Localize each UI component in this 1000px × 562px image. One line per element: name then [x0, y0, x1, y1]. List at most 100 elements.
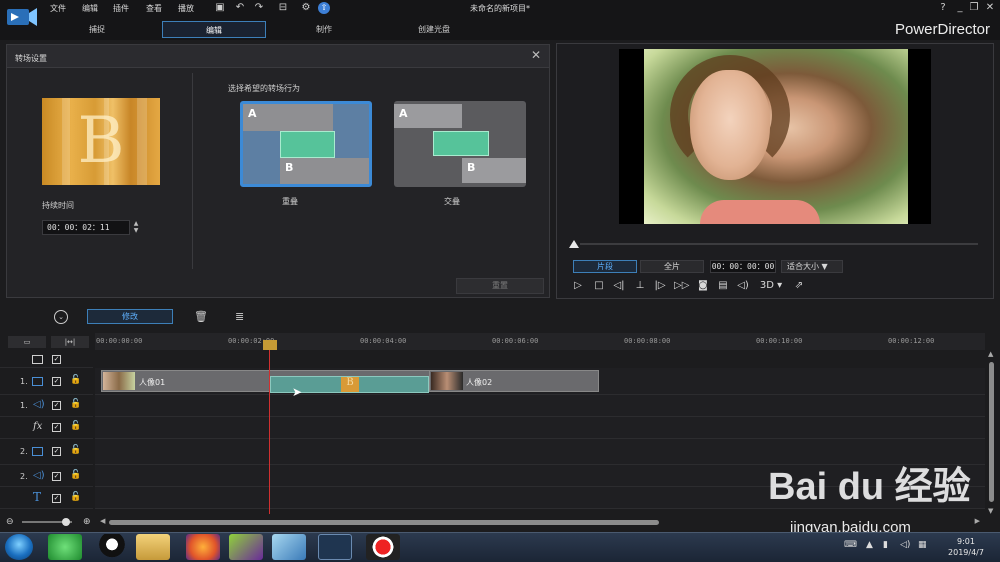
snapshot-icon[interactable]: ◙ [696, 279, 710, 293]
option-cross[interactable]: A B [394, 101, 526, 187]
zoom-out-icon[interactable]: ⊖ [6, 517, 14, 527]
lock-icon[interactable]: 🔓 [70, 445, 81, 455]
movie-mode-button[interactable]: 全片 [640, 260, 704, 273]
reset-button[interactable]: 重置 [456, 278, 544, 294]
powerdirector-taskbar-icon[interactable] [318, 534, 352, 560]
track-checkbox[interactable]: ✓ [52, 423, 61, 432]
qq-icon[interactable] [95, 534, 129, 560]
upgrade-icon[interactable]: ⇧ [318, 2, 330, 14]
track-header-audio-2: 2. ◁) ✓ 🔓 [0, 465, 93, 487]
lock-icon[interactable]: 🔓 [70, 399, 81, 409]
help-icon[interactable]: ? [936, 2, 950, 13]
lock-icon[interactable]: 🔓 [70, 492, 81, 502]
3d-mode-button[interactable]: 3D ▾ [758, 279, 784, 293]
stop-icon[interactable]: □ [592, 279, 606, 293]
360-browser-icon[interactable] [48, 534, 82, 560]
3d-label: 3D [759, 280, 774, 291]
zoom-slider-knob[interactable] [62, 518, 70, 526]
tab-create-disc[interactable]: 创建光盘 [382, 21, 486, 38]
save-icon[interactable]: ▣ [214, 2, 226, 14]
duration-input[interactable]: 00：00：02：11 [42, 220, 130, 235]
menu-plugins[interactable]: 插件 [113, 3, 129, 14]
ruler-tick: 00:00:00:00 [96, 337, 143, 345]
subtitle-icon[interactable]: ▤ [716, 279, 730, 293]
restore-icon[interactable]: ❐ [967, 2, 981, 13]
menu-view[interactable]: 查看 [146, 3, 162, 14]
track-checkbox[interactable]: ✓ [52, 472, 61, 481]
ruler-tick: 00:00:12:00 [888, 337, 935, 345]
fit-timeline-icon[interactable]: |↔| [51, 336, 89, 348]
system-clock[interactable]: 9:01 2019/4/7 [938, 536, 994, 558]
close-window-icon[interactable]: ✕ [983, 2, 997, 13]
track-checkbox[interactable]: ✓ [52, 355, 61, 364]
duration-stepper[interactable]: ▲ ▼ [131, 220, 141, 235]
track-row-audio-1[interactable] [95, 395, 985, 417]
split-icon[interactable]: ⊥ [633, 279, 647, 293]
preview-image-face [690, 70, 770, 180]
file-explorer-icon[interactable] [136, 534, 170, 560]
network-icon[interactable]: ▦ [918, 540, 927, 550]
trash-icon[interactable]: 🗑 [194, 310, 208, 323]
option-overlap[interactable]: A B [240, 101, 372, 187]
lock-icon[interactable]: 🔓 [70, 375, 81, 385]
play-icon[interactable]: ▷ [571, 279, 585, 293]
track-checkbox[interactable]: ✓ [52, 447, 61, 456]
close-icon[interactable]: ✕ [531, 48, 541, 62]
zoom-in-icon[interactable]: ⊕ [83, 517, 91, 527]
track-checkbox[interactable]: ✓ [52, 377, 61, 386]
tab-capture[interactable]: 捕捉 [45, 21, 149, 38]
playhead-handle[interactable] [263, 340, 277, 350]
ruler-tick: 00:00:04:00 [360, 337, 407, 345]
transition-thumbnail-letter: B [77, 104, 125, 178]
timeline-mode-icon[interactable]: ▭ [8, 336, 46, 348]
speaker-icon[interactable]: ◁) [900, 540, 910, 550]
fast-forward-icon[interactable]: ▷▷ [674, 279, 689, 293]
preview-timecode[interactable]: 00：00：00：00 [710, 260, 776, 273]
redo-icon[interactable]: ↷ [253, 2, 265, 14]
playhead[interactable] [269, 344, 270, 514]
tray-expand-icon[interactable]: ▲ [866, 540, 873, 550]
tab-edit[interactable]: 编辑 [162, 21, 266, 38]
gear-icon[interactable]: ⚙ [300, 2, 312, 14]
timeline-vscrollbar[interactable]: ▲ ▼ [986, 350, 998, 515]
track-row-fx[interactable] [95, 417, 985, 439]
brand-name: PowerDirector [894, 21, 990, 38]
more-features-icon[interactable]: ≣ [235, 310, 244, 323]
fit-size-dropdown[interactable]: 适合大小 ▼ [781, 260, 843, 273]
record-icon[interactable] [366, 534, 400, 560]
clip-portrait-02[interactable]: 人像02 [429, 370, 599, 392]
undock-icon[interactable]: ⇗ [792, 279, 806, 293]
modify-button[interactable]: 修改 [87, 309, 173, 324]
volume-icon[interactable]: ◁) [736, 279, 750, 293]
seek-knob[interactable] [569, 240, 579, 248]
track-checkbox[interactable]: ✓ [52, 494, 61, 503]
clip-mode-button[interactable]: 片段 [573, 260, 637, 273]
undo-icon[interactable]: ↶ [234, 2, 246, 14]
ruler-tick: 00:00:10:00 [756, 337, 803, 345]
lock-icon[interactable]: 🔓 [70, 470, 81, 480]
video-app-icon[interactable] [229, 534, 263, 560]
menu-edit[interactable]: 编辑 [82, 3, 98, 14]
tab-produce[interactable]: 制作 [272, 21, 376, 38]
next-frame-icon[interactable]: |▷ [653, 279, 667, 293]
firefox-icon[interactable] [186, 534, 220, 560]
menu-file[interactable]: 文件 [50, 3, 66, 14]
overlap-clip-b: B [280, 158, 369, 184]
powerdirector-logo-icon [7, 8, 37, 26]
track-checkbox[interactable]: ✓ [52, 401, 61, 410]
track-header-video-2: 2. ✓ 🔓 [0, 439, 93, 465]
menu-playback[interactable]: 播放 [178, 3, 194, 14]
preview-seekbar[interactable] [580, 243, 978, 245]
keyboard-icon[interactable]: ⌨ [844, 540, 857, 550]
clip-label: 人像02 [466, 378, 493, 387]
prev-frame-icon[interactable]: ◁| [612, 279, 626, 293]
chevron-down-icon[interactable]: ⌄ [54, 310, 68, 324]
start-button-icon[interactable] [5, 534, 33, 560]
overlap-transition-block [280, 131, 335, 158]
lock-icon[interactable]: 🔓 [70, 421, 81, 431]
panel-header: 转场设置 ✕ [7, 45, 549, 68]
app-icon[interactable] [272, 534, 306, 560]
aspect-ratio-icon[interactable]: ⊟ [273, 2, 293, 14]
minimize-icon[interactable]: _ [953, 2, 967, 13]
device-icon[interactable]: ▮ [883, 540, 888, 550]
